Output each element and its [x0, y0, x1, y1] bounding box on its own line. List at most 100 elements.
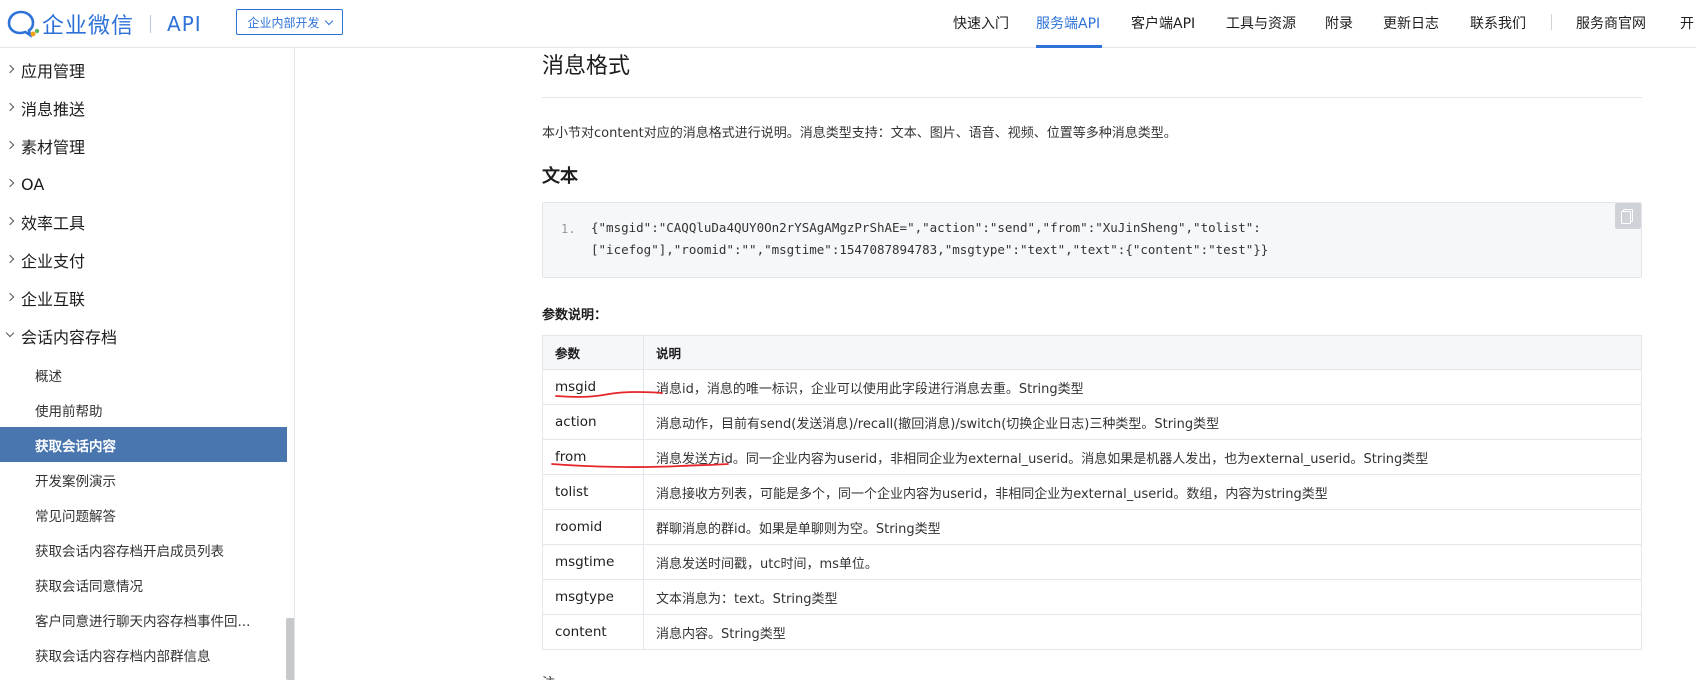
code-line-2: ["icefog"],"roomid":"","msgtime":1547087…	[591, 242, 1269, 257]
param-desc: 消息动作，目前有send(发送消息)/recall(撤回消息)/switch(切…	[643, 404, 1642, 440]
sidebar-item-oa[interactable]: OA	[0, 167, 287, 201]
section-title: 消息格式	[542, 54, 631, 79]
nav-tools[interactable]: 工具与资源	[1226, 13, 1296, 33]
sidebar-item-chat-archive[interactable]: 会话内容存档	[0, 319, 287, 353]
sidebar-subitem-label: 获取会话内容存档开启成员列表	[35, 543, 224, 560]
param-desc: 消息发送方id。同一企业内容为userid，非相同企业为external_use…	[643, 439, 1642, 475]
table-row: tolist 消息接收方列表，可能是多个，同一个企业内容为userid，非相同企…	[542, 474, 1642, 510]
sidebar-subitem-label: 获取会话内容存档内部群信息	[35, 648, 211, 665]
sidebar: 应用管理 消息推送 素材管理 OA 效率工具 企业支付 企业互联 会话内容存档 …	[0, 48, 295, 680]
sidebar-subitem-label: 获取会话内容	[35, 438, 116, 455]
sidebar-subitem-demo[interactable]: 开发案例演示	[0, 462, 287, 497]
sidebar-subitem-label: 客户同意进行聊天内容存档事件回...	[35, 613, 251, 630]
param-desc: 消息id，消息的唯一标识，企业可以使用此字段进行消息去重。String类型	[643, 369, 1642, 405]
copy-button[interactable]	[1615, 203, 1641, 229]
chevron-right-icon	[5, 140, 15, 150]
table-row: msgtype 文本消息为：text。String类型	[542, 579, 1642, 615]
chevron-down-icon	[324, 16, 333, 25]
logo-api-text: API	[167, 12, 202, 36]
sidebar-subitem-label: 使用前帮助	[35, 403, 103, 420]
table-row: msgtime 消息发送时间戳，utc时间，ms单位。	[542, 544, 1642, 580]
param-name: content	[542, 614, 644, 650]
sidebar-subitem-label: 获取会话同意情况	[35, 578, 143, 595]
nav-server-api[interactable]: 服务端API	[1036, 13, 1100, 33]
logo-text: 企业微信	[42, 14, 135, 39]
param-desc: 文本消息为：text。String类型	[643, 579, 1642, 615]
chevron-down-icon	[5, 328, 15, 338]
sidebar-subitem-overview[interactable]: 概述	[0, 357, 287, 392]
main-content: 消息格式 本小节对content对应的消息格式进行说明。消息类型支持：文本、图片…	[296, 48, 1696, 680]
sidebar-item-productivity[interactable]: 效率工具	[0, 205, 287, 239]
logo-separator	[150, 15, 152, 33]
sidebar-item-label: 企业支付	[21, 252, 86, 271]
title-divider	[542, 97, 1642, 98]
sidebar-item-payment[interactable]: 企业支付	[0, 243, 287, 277]
code-line-number: 1.	[561, 222, 576, 236]
params-label: 参数说明：	[542, 308, 608, 323]
sidebar-item-label: 素材管理	[21, 138, 86, 157]
chevron-right-icon	[5, 64, 15, 74]
param-name: msgid	[542, 369, 644, 405]
param-desc: 消息发送时间戳，utc时间，ms单位。	[643, 544, 1642, 580]
nav-appendix[interactable]: 附录	[1325, 13, 1353, 33]
table-header-row: 参数 说明	[542, 335, 1642, 370]
chevron-right-icon	[5, 178, 15, 188]
chevron-right-icon	[5, 292, 15, 302]
logo[interactable]: 企业微信 API	[6, 8, 202, 40]
sidebar-subitem-agree-status[interactable]: 获取会话同意情况	[0, 567, 287, 602]
nav-quickstart[interactable]: 快速入门	[953, 13, 1009, 33]
sidebar-subitem-group-info[interactable]: 获取会话内容存档内部群信息	[0, 637, 287, 672]
table-header-desc: 说明	[643, 335, 1642, 370]
param-name: tolist	[542, 474, 644, 510]
section-intro: 本小节对content对应的消息格式进行说明。消息类型支持：文本、图片、语音、视…	[542, 126, 1177, 141]
sidebar-subitem-label: 常见问题解答	[35, 508, 116, 525]
copy-icon-front	[1621, 211, 1631, 224]
subsection-title: 文本	[542, 166, 578, 187]
sidebar-subitem-label: 概述	[35, 368, 62, 385]
table-row: msgid 消息id，消息的唯一标识，企业可以使用此字段进行消息去重。Strin…	[542, 369, 1642, 405]
sidebar-subitem-help[interactable]: 使用前帮助	[0, 392, 287, 427]
sidebar-subitem-member-list[interactable]: 获取会话内容存档开启成员列表	[0, 532, 287, 567]
nav-provider-site[interactable]: 服务商官网	[1576, 13, 1646, 33]
scope-select-label: 企业内部开发	[247, 15, 320, 30]
chevron-right-icon	[5, 254, 15, 264]
nav-client-api[interactable]: 客户端API	[1131, 13, 1195, 33]
sidebar-subitem-faq[interactable]: 常见问题解答	[0, 497, 287, 532]
sidebar-subitem-label: 开发案例演示	[35, 473, 116, 490]
sidebar-item-label: 效率工具	[21, 214, 86, 233]
sidebar-subitem-get-chat-content[interactable]: 获取会话内容	[0, 427, 287, 462]
nav-changelog[interactable]: 更新日志	[1383, 13, 1439, 33]
chevron-right-icon	[5, 216, 15, 226]
table-row: content 消息内容。String类型	[542, 614, 1642, 650]
params-table: 参数 说明 msgid 消息id，消息的唯一标识，企业可以使用此字段进行消息去重…	[542, 335, 1642, 650]
param-desc: 消息接收方列表，可能是多个，同一个企业内容为userid，非相同企业为exter…	[643, 474, 1642, 510]
nav-divider	[1551, 14, 1552, 30]
sidebar-item-label: 企业互联	[21, 290, 86, 309]
table-row: from 消息发送方id。同一企业内容为userid，非相同企业为externa…	[542, 439, 1642, 475]
param-name: msgtype	[542, 579, 644, 615]
nav-overflow[interactable]: 开	[1680, 13, 1694, 33]
table-row: roomid 群聊消息的群id。如果是单聊则为空。String类型	[542, 509, 1642, 545]
code-line-1: {"msgid":"CAQQluDa4QUY0On2rYSAgAMgzPrShA…	[591, 220, 1261, 235]
param-desc: 群聊消息的群id。如果是单聊则为空。String类型	[643, 509, 1642, 545]
sidebar-scrollbar[interactable]	[286, 618, 294, 680]
param-name: action	[542, 404, 644, 440]
sidebar-item-app-management[interactable]: 应用管理	[0, 53, 287, 87]
scope-select[interactable]: 企业内部开发	[236, 9, 343, 35]
sidebar-item-label: OA	[21, 174, 45, 194]
sidebar-item-message-push[interactable]: 消息推送	[0, 91, 287, 125]
param-desc: 消息内容。String类型	[643, 614, 1642, 650]
param-name: msgtime	[542, 544, 644, 580]
table-header-param: 参数	[542, 335, 644, 370]
trailing-text: 注	[542, 672, 555, 680]
sidebar-item-interconnect[interactable]: 企业互联	[0, 281, 287, 315]
wecom-logo-icon	[7, 10, 40, 38]
sidebar-item-label: 消息推送	[21, 100, 86, 119]
sidebar-item-label: 应用管理	[21, 62, 86, 81]
nav-contact[interactable]: 联系我们	[1470, 13, 1526, 33]
chevron-right-icon	[5, 102, 15, 112]
sidebar-item-media[interactable]: 素材管理	[0, 129, 287, 163]
sidebar-subitem-agree-callback[interactable]: 客户同意进行聊天内容存档事件回...	[0, 602, 287, 637]
top-header: 企业微信 API 企业内部开发 快速入门 服务端API 客户端API 工具与资源…	[0, 0, 1696, 48]
sidebar-item-label: 会话内容存档	[21, 328, 118, 347]
